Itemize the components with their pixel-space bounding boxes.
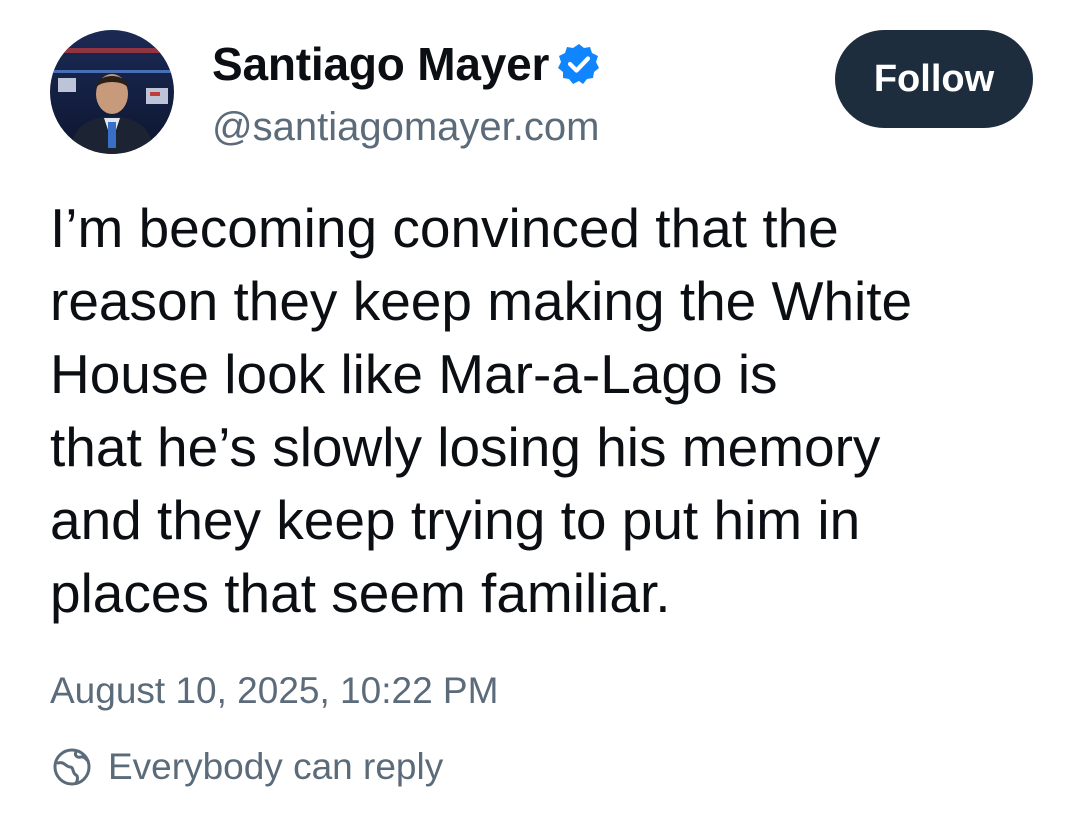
post-text-line: House look like Mar-a-Lago is [50,343,778,405]
reply-setting: Everybody can reply [50,742,443,792]
post-text-line: places that seem familiar. [50,562,671,624]
post-text-line: and they keep trying to put him in [50,489,861,551]
avatar[interactable] [50,30,174,154]
author-handle[interactable]: @santiagomayer.com [212,100,599,154]
post-text-line: I’m becoming convinced that the [50,197,839,259]
globe-icon [50,745,94,789]
reply-setting-label: Everybody can reply [108,746,444,787]
follow-button[interactable]: Follow [835,30,1033,128]
author-display-name[interactable]: Santiago Mayer [212,34,549,94]
post-text: I’m becoming convinced that the reason t… [50,192,1050,630]
avatar-photo-icon [50,30,174,154]
post-timestamp[interactable]: August 10, 2025, 10:22 PM [50,667,498,715]
author-name-row: Santiago Mayer [212,34,601,94]
verified-badge-icon [557,42,601,86]
post-text-line: that he’s slowly losing his memory [50,416,881,478]
post-text-line: reason they keep making the White [50,270,913,332]
